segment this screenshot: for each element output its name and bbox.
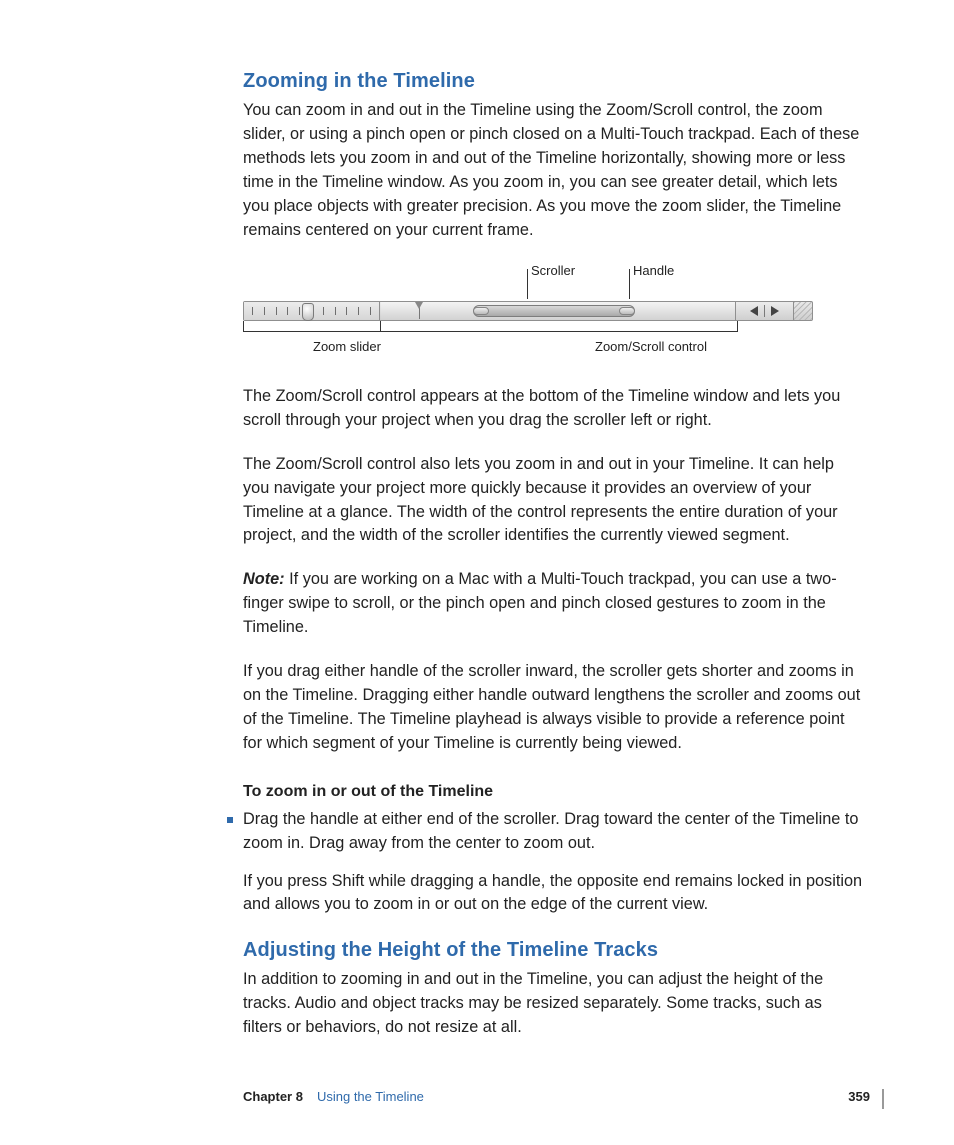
resize-grip-icon[interactable] [794, 302, 812, 320]
step-text: If you press Shift while dragging a hand… [243, 870, 864, 918]
footer-title: Using the Timeline [317, 1089, 424, 1104]
prev-frame-icon[interactable] [750, 306, 758, 316]
paragraph: If you drag either handle of the scrolle… [243, 660, 864, 756]
bracket [380, 321, 738, 332]
zoom-slider-knob[interactable] [302, 303, 314, 321]
figure-timeline-controls: Scroller Handle [243, 263, 813, 361]
figure-bottom-callouts: Zoom slider Zoom/Scroll control [243, 321, 813, 361]
callout-handle-label: Handle [633, 263, 674, 278]
callout-zoom-scroll-label: Zoom/Scroll control [595, 339, 707, 354]
zoom-scroll-track[interactable] [381, 302, 736, 320]
page-footer: Chapter 8 Using the Timeline 359 [243, 1089, 884, 1109]
task-title: To zoom in or out of the Timeline [243, 780, 864, 804]
callout-scroller-label: Scroller [531, 263, 575, 278]
note-paragraph: Note: If you are working on a Mac with a… [243, 568, 864, 640]
note-label: Note: [243, 570, 285, 588]
heading-zooming: Zooming in the Timeline [243, 70, 864, 93]
scroller-handle-left[interactable] [473, 307, 489, 315]
note-text: If you are working on a Mac with a Multi… [243, 570, 837, 636]
paragraph: The Zoom/Scroll control appears at the b… [243, 385, 864, 433]
figure-top-callouts: Scroller Handle [243, 263, 813, 301]
callout-tick [629, 269, 630, 299]
playhead-icon [419, 303, 420, 319]
document-page: Zooming in the Timeline You can zoom in … [0, 0, 954, 1145]
separator [764, 305, 765, 317]
next-frame-icon[interactable] [771, 306, 779, 316]
scroller[interactable] [473, 305, 635, 317]
timeline-bar [243, 301, 813, 321]
callout-zoom-slider-label: Zoom slider [313, 339, 381, 354]
footer-chapter: Chapter 8 [243, 1089, 303, 1104]
scroller-handle-right[interactable] [619, 307, 635, 315]
nav-buttons [735, 302, 794, 320]
task-steps: Drag the handle at either end of the scr… [243, 808, 864, 918]
paragraph: The Zoom/Scroll control also lets you zo… [243, 453, 864, 549]
zoom-slider[interactable] [244, 302, 380, 320]
step-text: Drag the handle at either end of the scr… [243, 808, 864, 856]
footer-page-number: 359 [848, 1089, 870, 1104]
callout-tick [527, 269, 528, 299]
paragraph: In addition to zooming in and out in the… [243, 968, 864, 1040]
task-step: Drag the handle at either end of the scr… [243, 808, 864, 918]
heading-adjusting-height: Adjusting the Height of the Timeline Tra… [243, 939, 864, 962]
bracket [243, 321, 381, 332]
paragraph: You can zoom in and out in the Timeline … [243, 99, 864, 243]
